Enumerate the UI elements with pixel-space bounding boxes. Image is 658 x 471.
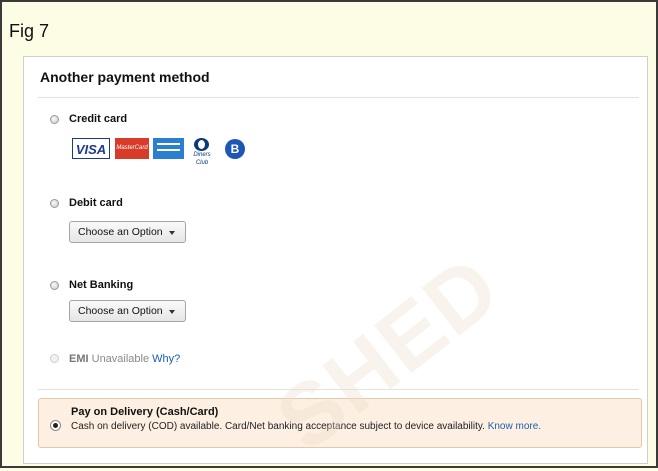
pay-on-delivery-option[interactable]: Pay on Delivery (Cash/Card) Cash on deli… [38,398,642,448]
visa-icon: VISA [72,138,110,159]
chevron-down-icon [169,231,175,235]
divider [38,389,639,390]
divider [38,97,639,98]
panel-title: Another payment method [40,69,210,85]
net-banking-dropdown[interactable]: Choose an Option [69,300,186,322]
emi-radio [50,354,59,363]
chevron-down-icon [169,310,175,314]
debit-card-label[interactable]: Debit card [69,197,123,209]
pay-on-delivery-description-text: Cash on delivery (COD) available. Card/N… [71,421,485,432]
debit-card-radio[interactable] [50,199,59,208]
diners-club-icon: Diners Club [187,138,217,166]
figure-frame: Fig 7 Another payment method Credit card… [0,0,658,469]
payment-method-panel: Another payment method Credit card VISA … [23,56,648,464]
emi-why-link[interactable]: Why? [152,353,180,365]
net-banking-label[interactable]: Net Banking [69,279,133,291]
b-card-icon: B [225,139,245,159]
emi-label: EMI [69,353,89,365]
amex-icon [153,138,184,159]
figure-label: Fig 7 [9,21,50,41]
diners-club-name: Diners Club [193,152,211,166]
emi-option: EMI Unavailable Why? [69,353,180,365]
pay-on-delivery-description: Cash on delivery (COD) available. Card/N… [71,421,541,432]
net-banking-dropdown-value: Choose an Option [78,305,163,317]
credit-card-radio[interactable] [50,115,59,124]
debit-card-dropdown[interactable]: Choose an Option [69,221,186,243]
net-banking-radio[interactable] [50,281,59,290]
emi-status: Unavailable [91,353,150,365]
mastercard-icon: MasterCard [115,138,149,159]
pay-on-delivery-radio[interactable] [50,420,61,431]
pay-on-delivery-label[interactable]: Pay on Delivery (Cash/Card) [71,406,218,418]
know-more-link[interactable]: Know more. [488,421,541,432]
credit-card-label[interactable]: Credit card [69,113,127,125]
debit-card-dropdown-value: Choose an Option [78,226,163,238]
